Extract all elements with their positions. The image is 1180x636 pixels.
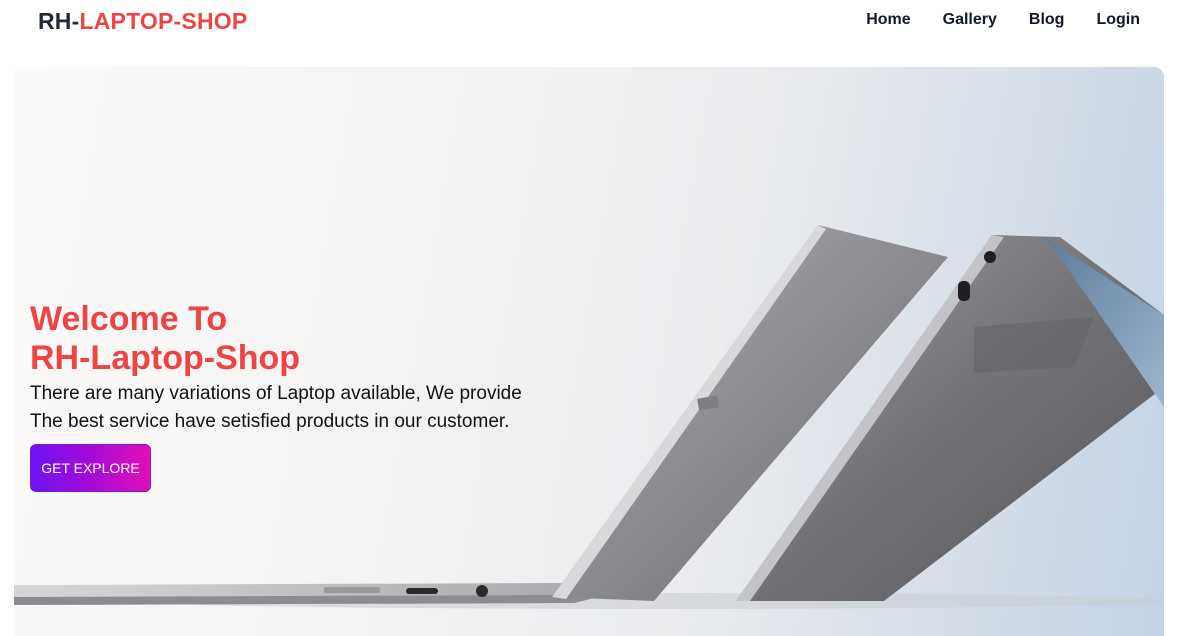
- logo-prefix: RH-: [38, 8, 80, 34]
- nav-gallery-link[interactable]: Gallery: [943, 11, 997, 29]
- hero-description-line2: The best service have setisfied products…: [30, 411, 510, 432]
- nav-login-link[interactable]: Login: [1096, 11, 1140, 29]
- hero-content: Welcome To RH-Laptop-Shop There are many…: [30, 300, 630, 492]
- site-logo[interactable]: RH-LAPTOP-SHOP: [38, 8, 247, 35]
- hero-description-line1: There are many variations of Laptop avai…: [30, 383, 522, 404]
- nav-blog-link[interactable]: Blog: [1029, 11, 1065, 29]
- hero-title: Welcome To RH-Laptop-Shop: [30, 300, 630, 378]
- site-header: RH-LAPTOP-SHOP Home Gallery Blog Login: [0, 0, 1180, 44]
- hero-title-line1: Welcome To: [30, 300, 228, 338]
- nav-home-link[interactable]: Home: [866, 11, 910, 29]
- hero-banner: Welcome To RH-Laptop-Shop There are many…: [14, 67, 1164, 636]
- hero-title-line2: RH-Laptop-Shop: [30, 339, 301, 377]
- main-nav: Home Gallery Blog Login: [866, 11, 1140, 29]
- hero-description: There are many variations of Laptop avai…: [30, 380, 590, 436]
- get-explore-button[interactable]: GET EXPLORE: [30, 444, 151, 492]
- logo-suffix: LAPTOP-SHOP: [79, 8, 248, 34]
